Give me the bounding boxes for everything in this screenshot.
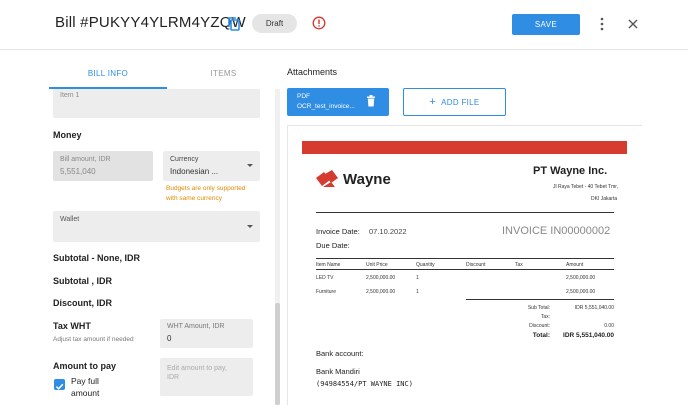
subtotal-label: Subtotal , IDR	[53, 276, 112, 286]
col-unit-price: Unit Price	[366, 262, 388, 268]
wht-amount-value: 0	[167, 334, 172, 343]
tab-bill-info[interactable]: BILL INFO	[49, 62, 167, 89]
invoice-divider	[316, 212, 614, 213]
table-cell: 2,500,000.00	[566, 289, 596, 295]
wallet-select[interactable]: Wallet	[53, 211, 260, 242]
invoice-date-label: Invoice Date:	[316, 227, 360, 236]
add-file-label: ADD FILE	[441, 98, 480, 107]
edit-amount-placeholder: Edit amount to pay, IDR	[167, 364, 227, 382]
invoice-date: 07.10.2022	[369, 227, 407, 236]
table-cell: 1	[416, 289, 419, 295]
summary-rule	[466, 299, 614, 300]
col-quantity: Quantity	[416, 262, 435, 268]
tab-bar: BILL INFO ITEMS	[49, 62, 280, 89]
pay-full-label-line: Pay full	[71, 376, 99, 386]
currency-warning: Budgets are only supported with same cur…	[166, 184, 246, 204]
table-cell: 2,500,000.00	[566, 275, 596, 281]
scrollbar-thumb[interactable]	[275, 303, 280, 405]
header: Bill #PUKYY4YLRM4YZQW Draft SAVE	[0, 0, 688, 50]
file-name: OCR_test_invoice...	[297, 103, 355, 110]
save-button[interactable]: SAVE	[512, 14, 580, 35]
table-header-rule	[316, 269, 614, 270]
currency-select[interactable]: Currency Indonesian ...	[163, 151, 260, 181]
attachment-card[interactable]: PDF OCR_test_invoice...	[287, 88, 389, 116]
currency-warning-line: Budgets are only supported	[166, 185, 246, 192]
bill-amount-value: 5,551,040	[60, 167, 96, 176]
tax-wht-heading: Tax WHT	[53, 321, 91, 331]
money-heading: Money	[53, 130, 82, 140]
tab-items[interactable]: ITEMS	[167, 62, 280, 89]
amount-to-pay-heading: Amount to pay	[53, 361, 116, 371]
wht-amount-label: WHT Amount, IDR	[167, 323, 225, 330]
discount-label: Discount, IDR	[53, 298, 113, 308]
summary-label: Discount:	[529, 323, 550, 329]
bank-number: (94984554/PT WAYNE INC)	[316, 380, 413, 388]
col-amount: Amount	[566, 262, 584, 268]
summary-value: 0.00	[604, 323, 614, 329]
tax-wht-hint: Adjust tax amount if needed	[53, 336, 134, 343]
table-top-rule	[316, 258, 614, 259]
company-address-line: Jl Raya Tebet - 40 Tebet Tmr,	[553, 184, 619, 190]
due-date-label: Due Date:	[316, 241, 350, 250]
table-cell: Furniture	[316, 289, 337, 295]
bill-amount-field[interactable]: Bill amount, IDR 5,551,040	[53, 151, 153, 181]
file-type-label: PDF	[297, 93, 310, 100]
pay-full-label-line: amount	[71, 388, 100, 398]
item-field[interactable]: Item 1	[53, 89, 260, 118]
table-cell: LED TV	[316, 275, 334, 281]
invoice-number: INVOICE IN00000002	[502, 225, 611, 237]
more-menu-icon[interactable]	[598, 16, 606, 32]
close-icon[interactable]	[626, 17, 640, 31]
wallet-label: Wallet	[60, 216, 80, 223]
invoice-brand: Wayne	[343, 171, 391, 188]
table-cell: 1	[416, 275, 419, 281]
col-discount: Discount	[466, 262, 486, 268]
wayne-logo-icon	[316, 170, 338, 187]
col-item-name: Item Name	[316, 262, 341, 268]
info-icon[interactable]	[312, 16, 326, 30]
chevron-down-icon	[247, 164, 253, 167]
copy-icon[interactable]	[227, 16, 241, 32]
currency-warning-line: with same currency	[166, 195, 222, 202]
summary-label: Sub Total:	[527, 305, 550, 311]
summary-value: IDR 5,551,040.00	[574, 305, 614, 311]
subtotal-none-label: Subtotal - None, IDR	[53, 253, 140, 263]
chevron-down-icon	[247, 225, 253, 228]
summary-value: IDR 5,551,040.00	[563, 332, 614, 339]
pay-full-label: Pay full amount	[71, 375, 99, 399]
currency-value: Indonesian ...	[170, 167, 219, 176]
bill-amount-label: Bill amount, IDR	[60, 156, 111, 163]
edit-amount-field[interactable]: Edit amount to pay, IDR	[160, 358, 253, 396]
company-address-line: DKI Jakarta	[591, 196, 618, 202]
summary-label: Tax:	[540, 314, 550, 320]
bill-editor: Bill #PUKYY4YLRM4YZQW Draft SAVE BILL IN…	[0, 0, 688, 405]
add-file-button[interactable]: + ADD FILE	[403, 88, 506, 116]
invoice-company: PT Wayne Inc.	[533, 165, 608, 177]
table-cell: 2,500,000.00	[366, 275, 396, 281]
bank-account-label: Bank account:	[316, 349, 364, 358]
status-badge: Draft	[252, 14, 297, 33]
plus-icon: +	[429, 96, 437, 108]
bank-name: Bank Mandiri	[316, 367, 360, 376]
trash-icon[interactable]	[366, 95, 376, 107]
wht-amount-field[interactable]: WHT Amount, IDR 0	[160, 319, 253, 348]
pay-full-checkbox[interactable]	[54, 379, 65, 390]
edit-amount-placeholder-line: IDR	[167, 374, 180, 381]
attachments-title: Attachments	[287, 67, 338, 77]
item-label: Item 1	[60, 92, 80, 99]
col-tax: Tax	[515, 262, 523, 268]
page-title: Bill #PUKYY4YLRM4YZQW	[55, 14, 246, 31]
edit-amount-placeholder-line: Edit amount to pay,	[167, 365, 227, 372]
table-cell: 2,500,000.00	[366, 289, 396, 295]
currency-label: Currency	[170, 156, 199, 163]
check-icon	[55, 383, 64, 390]
invoice-header-bar	[302, 141, 627, 154]
